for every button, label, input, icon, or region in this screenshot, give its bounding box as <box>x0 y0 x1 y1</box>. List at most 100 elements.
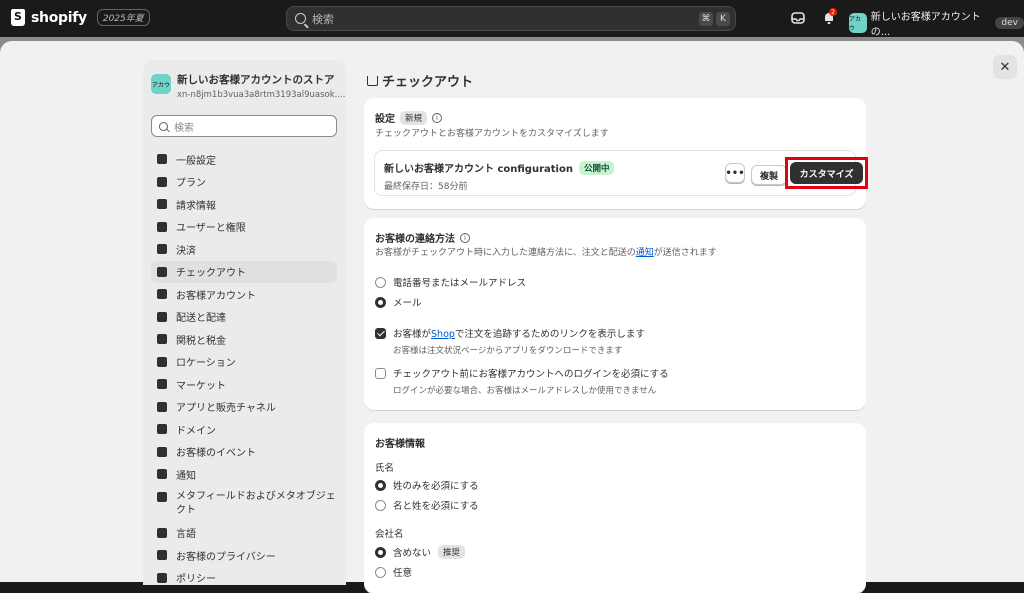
radio-button[interactable] <box>375 499 386 511</box>
sidebar-item-label: アプリと販売チャネル <box>176 403 276 415</box>
customer-info-card: お客様情報 氏名 姓のみを必須にする 名と姓を必須にする 会社名 含めない 推奨… <box>364 423 866 593</box>
login-helper-text: ログインが必要な場合、お客様はメールアドレスしか使用できません <box>393 386 657 396</box>
sidebar-search-input[interactable]: 検索 <box>151 115 337 137</box>
sidebar-item-label: メタフィールドおよびメタオブジェクト <box>176 490 336 516</box>
notifications-link[interactable]: 通知 <box>636 248 654 258</box>
sidebar-item-label: お客様のプライバシー <box>176 551 276 563</box>
radio-email[interactable]: メール <box>375 295 422 309</box>
sidebar-item-notifications[interactable]: 通知 <box>151 463 337 486</box>
info-icon[interactable]: i <box>460 232 470 243</box>
configuration-row: 新しいお客様アカウント configuration 公開中 最終保存日：58分前… <box>374 150 868 196</box>
inbox-icon[interactable] <box>791 11 805 25</box>
sidebar-item-general[interactable]: 一般設定 <box>151 148 337 171</box>
apps-icon <box>157 401 167 412</box>
customize-button[interactable]: カスタマイズ <box>790 162 863 184</box>
sidebar-item-customer-events[interactable]: お客様のイベント <box>151 441 337 464</box>
command-key: ⌘ <box>699 12 713 26</box>
contact-heading-text: お客様の連絡方法 <box>375 234 455 245</box>
require-login-checkbox[interactable]: チェックアウト前にお客様アカウントへのログインを必須にする <box>375 366 669 380</box>
shopify-logo[interactable]: shopify 2025年夏 <box>11 9 150 26</box>
radio-label: メール <box>393 298 422 309</box>
checkbox[interactable] <box>375 327 386 339</box>
sidebar-item-privacy[interactable]: お客様のプライバシー <box>151 544 337 567</box>
sidebar-item-billing[interactable]: 請求情報 <box>151 193 337 216</box>
contact-subtitle-post: が送信されます <box>653 248 717 258</box>
search-placeholder: 検索 <box>312 12 334 26</box>
shop-tracking-checkbox[interactable]: お客様がShopで注文を追跡するためのリンクを表示します <box>375 326 645 340</box>
receipt-icon <box>157 199 167 210</box>
search-icon <box>295 13 306 24</box>
checkbox-label: お客様がShopで注文を追跡するためのリンクを表示します <box>393 326 645 340</box>
sidebar-item-users[interactable]: ユーザーと権限 <box>151 216 337 239</box>
notification-count-badge: 2 <box>829 8 837 16</box>
settings-sidebar: アカウ 新しいお客様アカウントのストア xn-n8jm1b3vua3a8rtm3… <box>143 60 346 585</box>
radio-company-exclude[interactable]: 含めない 推奨 <box>375 545 466 559</box>
sidebar-item-label: ユーザーと権限 <box>176 223 246 235</box>
sidebar-item-label: ロケーション <box>176 358 236 370</box>
sidebar-item-taxes[interactable]: 関税と税金 <box>151 328 337 351</box>
sidebar-item-languages[interactable]: 言語 <box>151 522 337 545</box>
radio-button[interactable] <box>375 546 386 558</box>
store-icon <box>157 154 167 165</box>
radio-button[interactable] <box>375 296 386 308</box>
sidebar-item-markets[interactable]: マーケット <box>151 373 337 396</box>
radio-company-optional[interactable]: 任意 <box>375 565 412 579</box>
store-switcher[interactable]: アカウ 新しいお客様アカウントの... dev <box>849 8 1024 38</box>
checkbox[interactable] <box>375 367 386 379</box>
configuration-title: 新しいお客様アカウント configuration 公開中 <box>384 160 615 175</box>
radio-label: 含めない <box>393 548 432 559</box>
tax-icon <box>157 334 167 345</box>
sidebar-item-label: 関税と税金 <box>176 335 226 347</box>
status-badge: 公開中 <box>578 160 615 175</box>
sidebar-item-metafields[interactable]: メタフィールドおよびメタオブジェクト <box>151 486 337 522</box>
sidebar-store-url: xn-n8jm1b3vua3a8rtm3193al9uasok.... <box>177 90 346 100</box>
sidebar-item-checkout[interactable]: チェックアウト <box>151 260 337 283</box>
global-search-input[interactable]: 検索 ⌘ K <box>286 6 736 31</box>
globe-icon <box>157 379 167 390</box>
duplicate-button[interactable]: 複製 <box>751 165 788 185</box>
sidebar-item-label: 通知 <box>176 470 196 482</box>
name-field-label: 氏名 <box>375 463 395 474</box>
search-icon <box>159 121 168 131</box>
sidebar-item-label: お客様アカウント <box>176 290 256 302</box>
radio-button[interactable] <box>375 276 386 288</box>
info-icon[interactable]: i <box>432 112 443 123</box>
sidebar-item-label: マーケット <box>176 380 226 392</box>
shop-label-pre: お客様が <box>393 329 432 340</box>
top-bar: shopify 2025年夏 検索 ⌘ K 2 アカウ 新しいお客様アカウントの… <box>0 0 1024 38</box>
sidebar-item-label: 言語 <box>176 529 196 541</box>
sidebar-item-payments[interactable]: 決済 <box>151 238 337 261</box>
radio-first-and-last-name[interactable]: 名と姓を必須にする <box>375 498 479 512</box>
sidebar-item-locations[interactable]: ロケーション <box>151 351 337 374</box>
sidebar-item-label: 請求情報 <box>176 200 216 212</box>
more-actions-button[interactable]: ••• <box>725 163 745 183</box>
page-title-text: チェックアウト <box>382 75 474 90</box>
sidebar-item-apps[interactable]: アプリと販売チャネル <box>151 396 337 419</box>
sidebar-store: アカウ 新しいお客様アカウントのストア xn-n8jm1b3vua3a8rtm3… <box>151 72 345 100</box>
sidebar-item-policies[interactable]: ポリシー <box>151 567 337 590</box>
page-title: チェックアウト <box>367 71 473 90</box>
sidebar-item-customer-accounts[interactable]: お客様アカウント <box>151 283 337 306</box>
sidebar-item-domains[interactable]: ドメイン <box>151 418 337 441</box>
shop-link[interactable]: Shop <box>431 329 455 340</box>
sidebar-item-shipping[interactable]: 配送と配達 <box>151 306 337 329</box>
contact-subtitle-pre: お客様がチェックアウト時に入力した連絡方法に、注文と配送の <box>375 248 636 258</box>
radio-phone-or-email[interactable]: 電話番号またはメールアドレス <box>375 275 526 289</box>
payment-icon <box>157 244 167 255</box>
sidebar-item-plan[interactable]: プラン <box>151 171 337 194</box>
radio-label: 名と姓を必須にする <box>393 501 479 512</box>
checkbox-label: チェックアウト前にお客様アカウントへのログインを必須にする <box>393 369 669 380</box>
radio-button[interactable] <box>375 566 386 578</box>
lock-icon <box>157 550 167 561</box>
sidebar-item-label: お客様のイベント <box>176 448 256 460</box>
shop-label-post: で注文を追跡するためのリンクを表示します <box>454 329 645 340</box>
close-button[interactable]: ✕ <box>993 55 1017 79</box>
events-icon <box>157 446 167 457</box>
domain-icon <box>157 424 167 435</box>
main-area: ✕ アカウ 新しいお客様アカウントのストア xn-n8jm1b3vua3a8rt… <box>0 37 1024 593</box>
radio-last-name-only[interactable]: 姓のみを必須にする <box>375 478 479 492</box>
configuration-name: 新しいお客様アカウント configuration <box>384 164 573 175</box>
contact-subtitle: お客様がチェックアウト時に入力した連絡方法に、注文と配送の通知が送信されます <box>375 245 717 258</box>
radio-button[interactable] <box>375 479 386 491</box>
policy-icon <box>157 572 167 583</box>
